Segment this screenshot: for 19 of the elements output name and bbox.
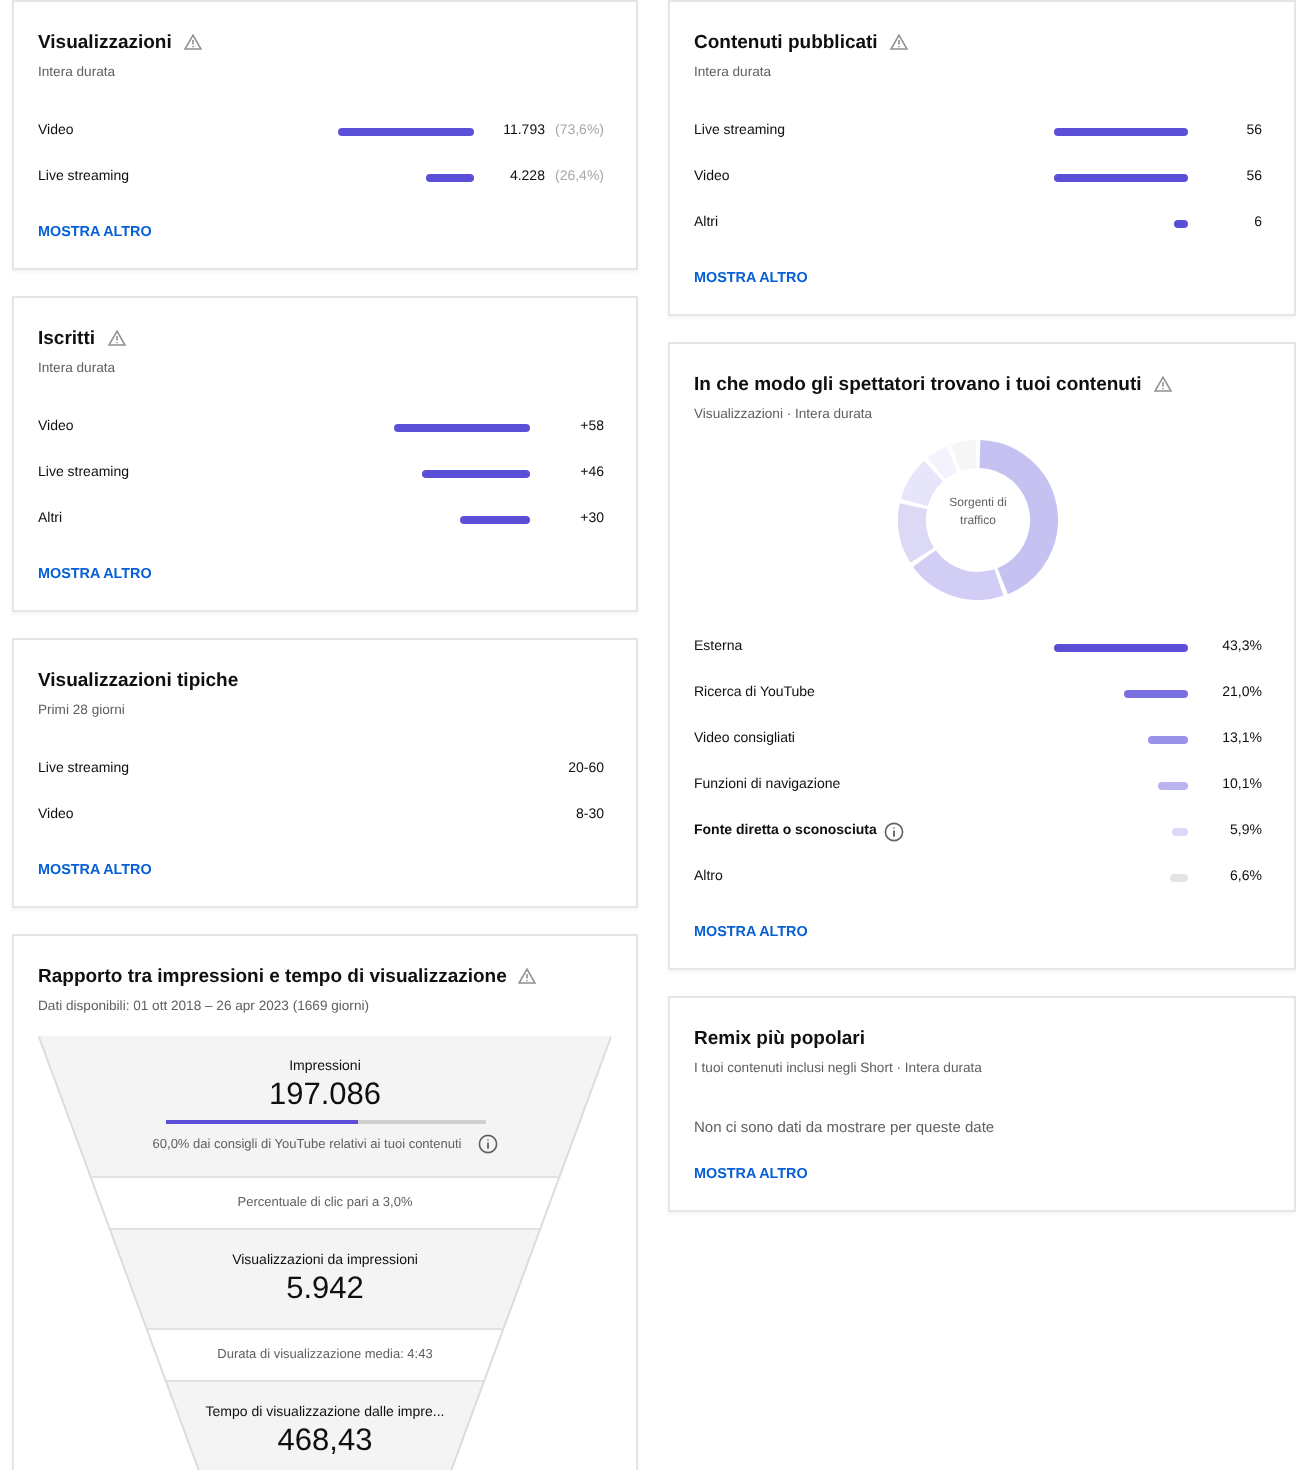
card-title: Rapporto tra impressioni e tempo di visualizzazione: [38, 965, 507, 987]
card-title: In che modo gli spettatori trovano i tuoi contenuti: [694, 373, 1142, 395]
card-title: Visualizzazioni: [38, 31, 172, 53]
bar: [460, 515, 530, 523]
bar: [394, 423, 530, 431]
metric-value: 197.086: [268, 1078, 382, 1114]
card-title: Visualizzazioni tipiche: [38, 669, 239, 691]
bar: [1054, 173, 1188, 181]
bar: [422, 469, 530, 477]
bar: [338, 127, 474, 135]
info-icon: [477, 1134, 498, 1154]
card-title: Contenuti pubblicati: [694, 31, 878, 53]
bar: [1174, 219, 1188, 227]
card-title: Iscritti: [38, 327, 96, 349]
card-title: Remix più popolari: [694, 1027, 866, 1049]
metric-value: 5.942: [286, 1271, 364, 1307]
metric-value: 468,43: [277, 1423, 373, 1459]
bar: [1054, 127, 1188, 135]
bar: [426, 173, 474, 181]
